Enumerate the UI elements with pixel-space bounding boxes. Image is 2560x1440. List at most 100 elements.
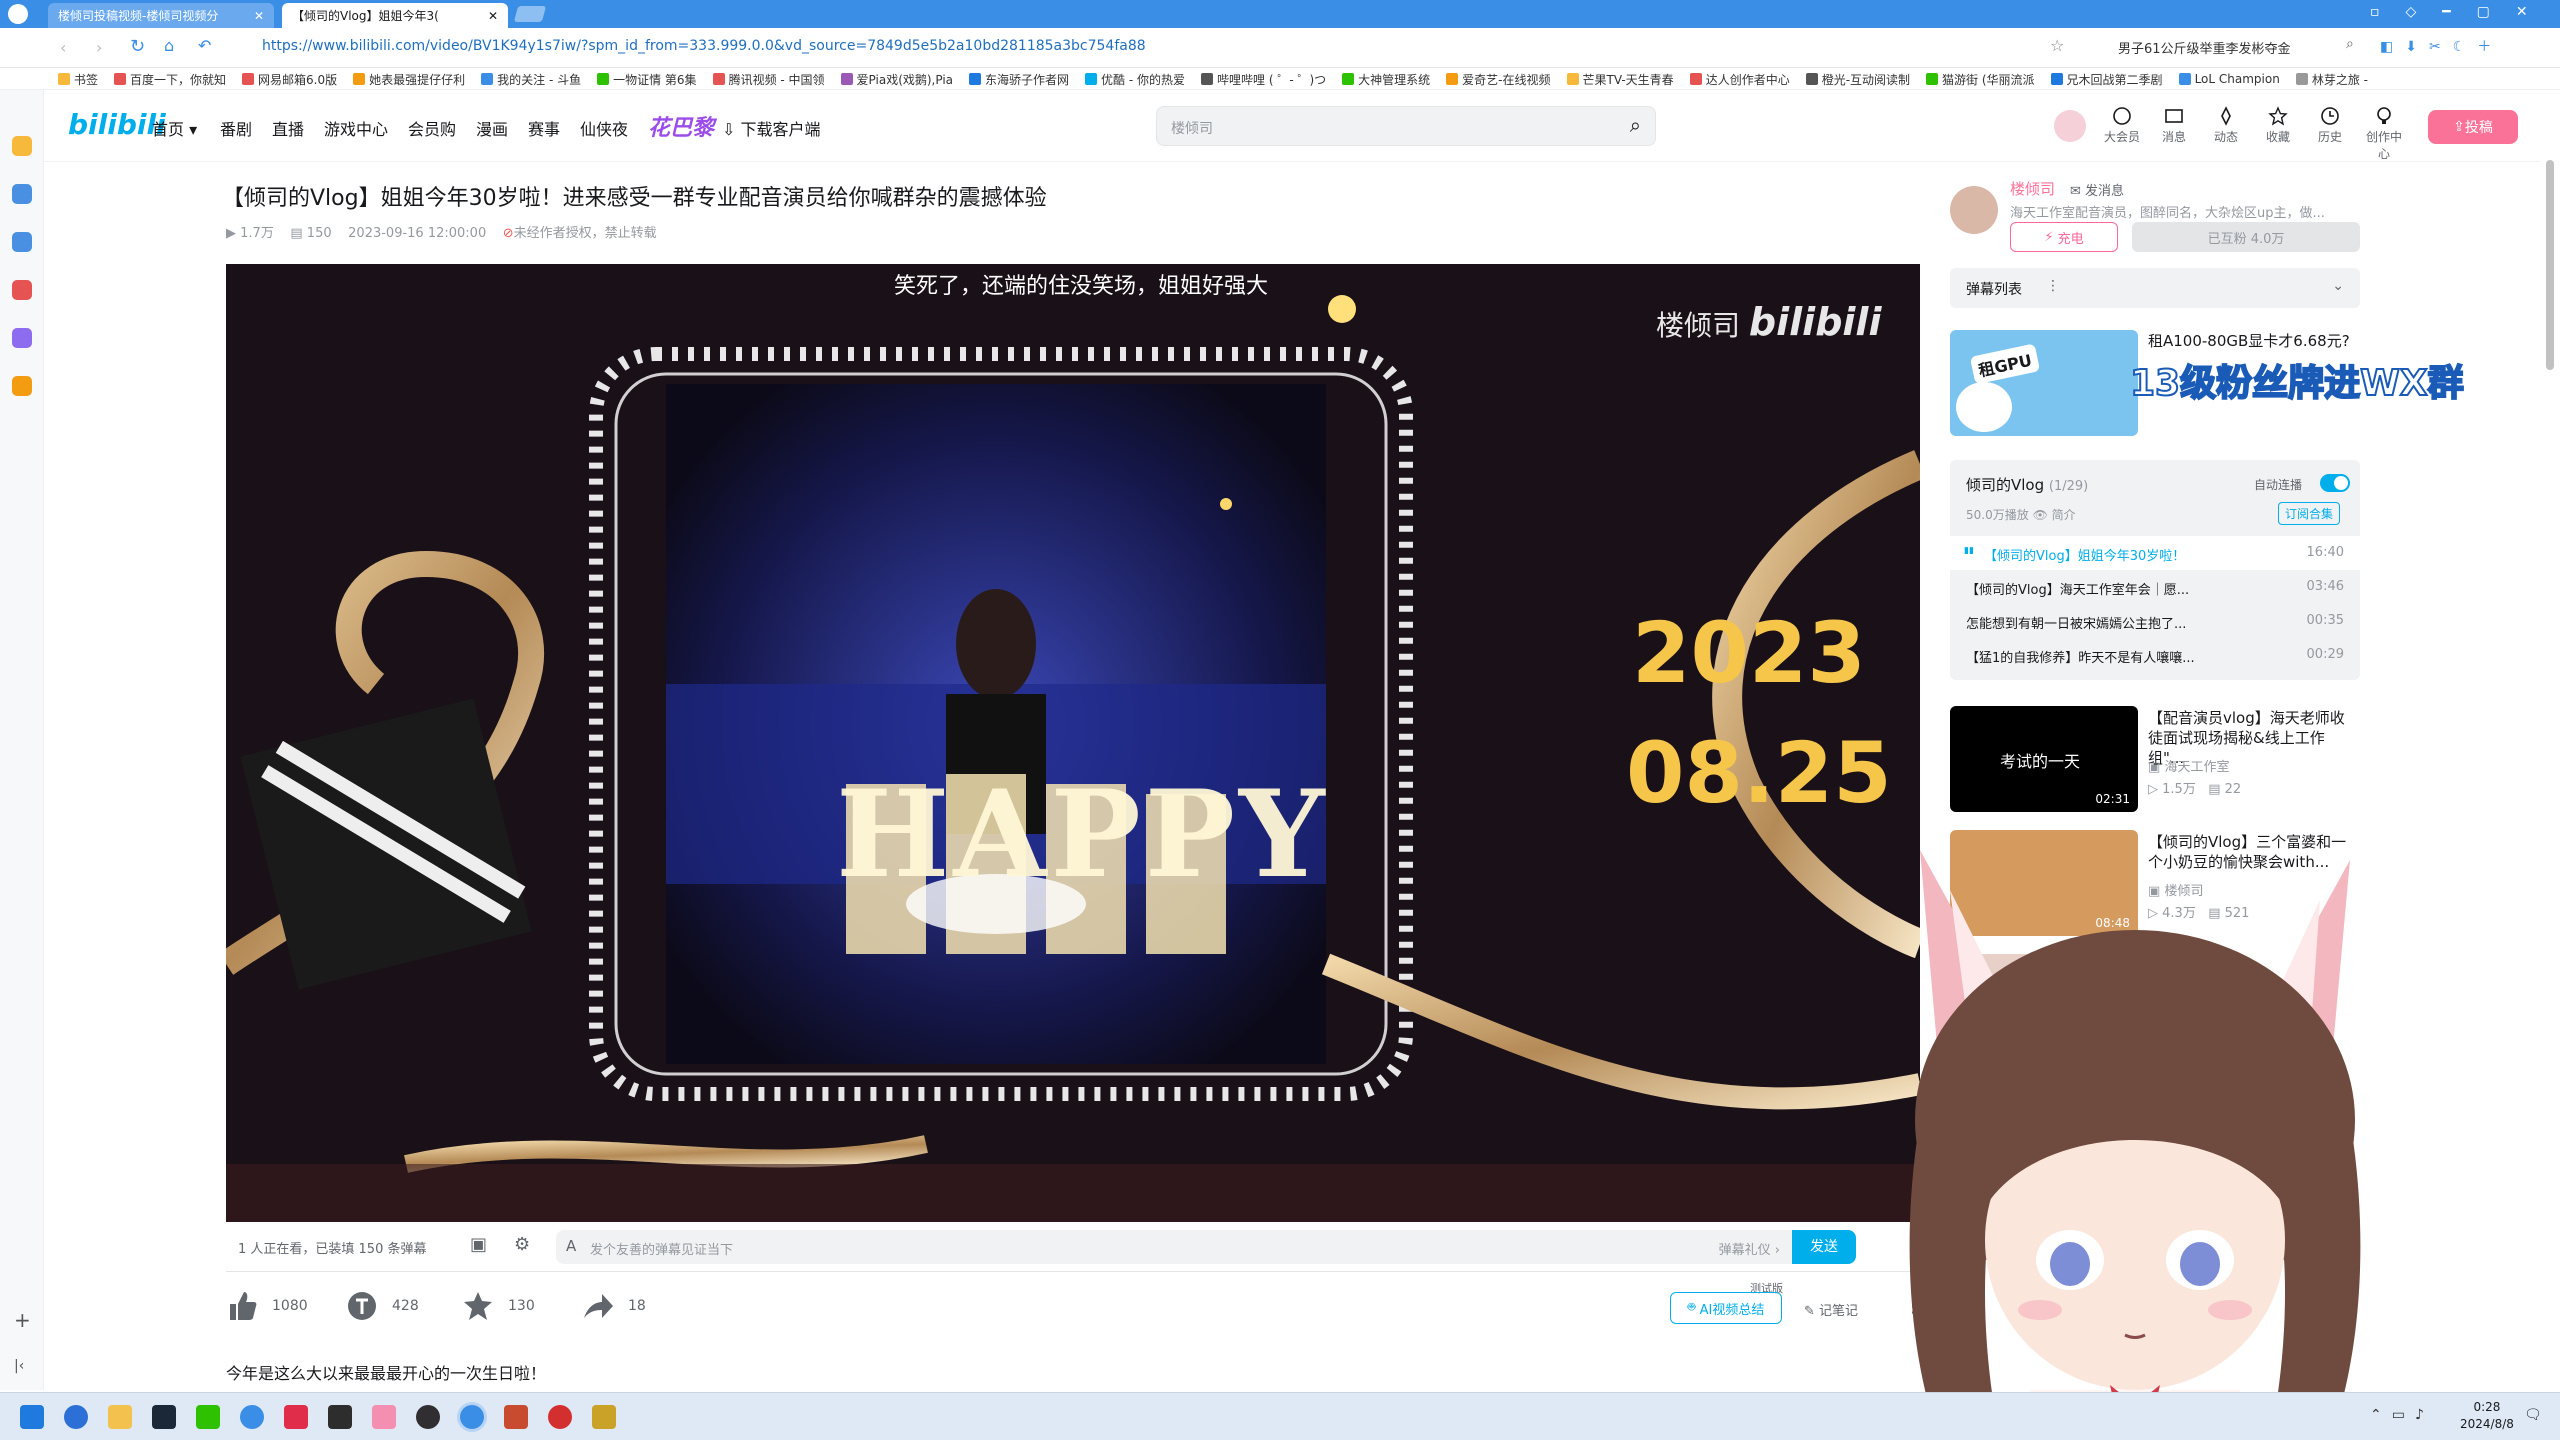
recommendation-thumbnail[interactable]: 08:48 (1950, 830, 2138, 936)
home-icon[interactable]: ⌂ (164, 36, 174, 55)
search-box[interactable]: 楼倾司 ⌕ (1156, 106, 1656, 146)
subscribe-collection-button[interactable]: 订阅合集 (2278, 502, 2341, 525)
recommendation-card[interactable]: 【配音演员 (1950, 954, 2350, 1064)
browser-icon[interactable] (240, 1405, 264, 1429)
danmaku-settings-icon[interactable]: ⚙ (514, 1234, 530, 1255)
search-icon[interactable]: ⌕ (1630, 113, 1641, 137)
bookmark-item[interactable]: 大神管理系统 (1342, 68, 1430, 89)
add-icon[interactable]: + (14, 1308, 31, 1332)
more-icon[interactable]: ⋮ (2046, 278, 2060, 294)
coin-button[interactable]: 428 (346, 1290, 419, 1322)
recommendation-title[interactable]: 【倾司的Vlog】三个富婆和一个小奶豆的愉快聚会with... (2148, 832, 2358, 872)
bookmark-item[interactable]: 腾讯视频 - 中国领 (712, 68, 825, 89)
bookmark-item[interactable]: LoL Champion (2178, 68, 2280, 89)
tab-upload-list[interactable]: 楼倾司投稿视频-楼倾司视频分 ✕ (48, 3, 274, 28)
recommendation-card[interactable]: 考试的一天 02:31 【配音演员vlog】海天老师收徒面试现场揭秘&线上工作组… (1950, 706, 2350, 816)
window-controls[interactable]: ▫◇━▢✕ (2370, 4, 2554, 20)
bookmark-item[interactable]: 橙光-互动阅读制 (1805, 68, 1910, 89)
ad-banner[interactable]: 租GPU (1950, 330, 2138, 436)
red-app-icon[interactable] (548, 1405, 572, 1429)
favorite-button[interactable]: 130 (462, 1290, 535, 1322)
terminal-icon[interactable] (328, 1405, 352, 1429)
recommendation-author[interactable]: ▣ 楼倾司 (2148, 880, 2203, 899)
playlist-item[interactable]: 怎能想到有朝一日被宋嫣嫣公主抱了... 00:35 (1950, 604, 2360, 638)
chevron-down-icon[interactable]: ⌄ (2332, 278, 2344, 294)
history-button[interactable]: 历史 (2308, 106, 2352, 145)
playlist-title[interactable]: 倾司的Vlog (1/29) (1966, 474, 2088, 495)
forward-icon[interactable]: › (96, 38, 102, 57)
collapse-icon[interactable]: |‹ (14, 1358, 24, 1374)
nav-mall[interactable]: 会员购 (408, 116, 456, 140)
more-icon[interactable]: ⋮ (1904, 1296, 1922, 1317)
page-scrollbar[interactable] (2546, 160, 2554, 370)
hot-search-text[interactable]: 男子61公斤级举重李发彬夺金 (2118, 38, 2291, 57)
steam-icon[interactable] (152, 1405, 176, 1429)
close-icon[interactable]: ✕ (254, 9, 264, 23)
dynamics-button[interactable]: 动态 (2204, 106, 2248, 145)
bookmark-item[interactable]: 爱奇艺-在线视频 (1446, 68, 1551, 89)
bookmark-item[interactable]: 林芽之旅 - (2295, 68, 2368, 89)
bookmark-item[interactable]: 爱Pia戏(戏鹅),Pia (840, 68, 953, 89)
file-explorer-icon[interactable] (108, 1405, 132, 1429)
start-icon[interactable] (20, 1405, 44, 1429)
bookmark-item[interactable]: 兄木回战第二季剧 (2050, 68, 2163, 89)
bookmark-item[interactable]: 我的关注 - 斗鱼 (481, 68, 581, 89)
upload-button[interactable]: ⇪ 投稿 (2428, 110, 2518, 144)
url-field[interactable]: https://www.bilibili.com/video/BV1K94y1s… (262, 38, 1962, 54)
music-app-icon[interactable] (284, 1405, 308, 1429)
nav-download[interactable]: ⇩ 下载客户端 (722, 116, 821, 140)
new-tab-button[interactable] (513, 6, 547, 22)
tab-current-video[interactable]: 【倾司的Vlog】姐姐今年3(✕ (282, 3, 508, 28)
bookmark-item[interactable]: 书签 (58, 68, 98, 89)
nav-manga[interactable]: 漫画 (476, 116, 508, 140)
tray-icons[interactable]: ⌃▭♪ (2370, 1407, 2434, 1423)
bookmark-item[interactable]: 一物证情 第6集 (597, 68, 697, 89)
charge-button[interactable]: ⚡ 充电 (2010, 222, 2118, 252)
obs-icon[interactable] (416, 1405, 440, 1429)
followed-button[interactable]: 已互粉 4.0万 (2132, 222, 2360, 252)
bookmark-item[interactable]: 猫游街 (华丽流派 (1926, 68, 2035, 89)
refresh-icon[interactable]: ↻ (130, 36, 145, 57)
app-k-icon[interactable] (64, 1405, 88, 1429)
share-button[interactable]: 18 (582, 1290, 646, 1322)
nav-home[interactable]: 首页 ▾ (152, 116, 197, 140)
nav-xianxia[interactable]: 仙侠夜 (580, 116, 628, 140)
favorites-icon[interactable] (12, 136, 32, 156)
nav-anime[interactable]: 番剧 (220, 116, 252, 140)
pink-app-icon[interactable] (372, 1405, 396, 1429)
nav-game[interactable]: 游戏中心 (324, 116, 388, 140)
pdf-icon[interactable] (12, 280, 32, 300)
playlist-item[interactable]: ▮▮ 【倾司的Vlog】姐姐今年30岁啦！ 16:40 (1950, 536, 2360, 570)
undo-icon[interactable]: ↶ (198, 36, 211, 55)
etiquette-link[interactable]: 弹幕礼仪 › (1719, 1239, 1780, 1258)
nav-event[interactable]: 花巴黎 (648, 110, 714, 142)
recommendation-author[interactable]: ▣ 海天工作室 (2148, 756, 2229, 775)
danmaku-list-header[interactable]: 弹幕列表 ⋮ ⌄ (1950, 268, 2360, 308)
league-icon[interactable] (592, 1405, 616, 1429)
star-icon[interactable]: ☆ (2050, 36, 2064, 55)
danmaku-input[interactable]: A 发个友善的弹幕见证当下 弹幕礼仪 › (556, 1230, 1792, 1264)
close-icon[interactable]: ✕ (488, 9, 498, 23)
recommendation-thumbnail[interactable]: 考试的一天 02:31 (1950, 706, 2138, 812)
notification-icon[interactable]: 🗨︎ (2524, 1407, 2542, 1423)
browser-active-icon[interactable] (460, 1405, 484, 1429)
nav-esports[interactable]: 赛事 (528, 116, 560, 140)
video-player[interactable]: 笑死了，还端的住没笑场，姐姐好强大 楼倾司 bilibili 2023 08.2… (226, 264, 1920, 1222)
bookmark-item[interactable]: 网易邮箱6.0版 (242, 68, 337, 89)
history-icon[interactable] (12, 184, 32, 204)
like-button[interactable]: 1080 (226, 1290, 308, 1322)
recommendation-title[interactable]: 【配音演员 (2148, 956, 2358, 976)
send-message-link[interactable]: ✉ 发消息 (2070, 180, 2124, 199)
send-button[interactable]: 发送 (1792, 1230, 1856, 1264)
playlist-item[interactable]: 【倾司的Vlog】海天工作室年会｜愿... 03:46 (1950, 570, 2360, 604)
vip-button[interactable]: 大会员 (2100, 106, 2144, 145)
bookmark-item[interactable]: 哔哩哔哩 ( ゜- ゜)つ (1201, 68, 1326, 89)
playlist-item[interactable]: 【猛1的自我修养】昨天不是有人嚷嚷... 00:29 (1950, 638, 2360, 672)
notes-button[interactable]: ✎ 记笔记 (1804, 1300, 1858, 1319)
wechat-icon[interactable] (196, 1405, 220, 1429)
game-app-icon[interactable] (504, 1405, 528, 1429)
bookmark-item[interactable]: 优酷 - 你的热爱 (1085, 68, 1185, 89)
bookmark-item[interactable]: 达人创作者中心 (1689, 68, 1790, 89)
recommendation-thumbnail[interactable] (1950, 954, 2138, 1060)
back-icon[interactable]: ‹ (60, 38, 66, 57)
